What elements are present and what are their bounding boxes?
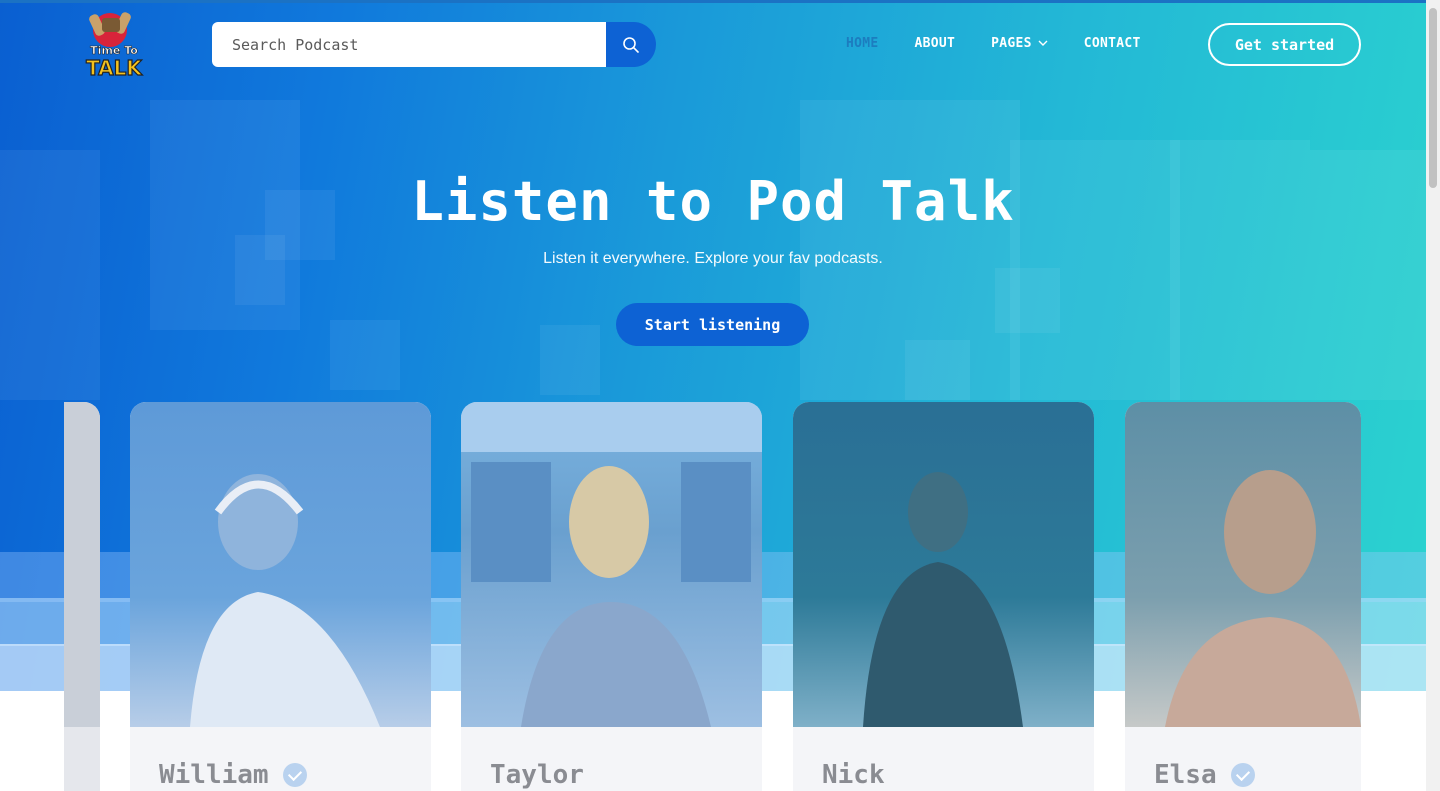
scrollbar-thumb[interactable] <box>1429 8 1437 188</box>
card-name-text: William <box>159 760 269 790</box>
chevron-down-icon <box>1038 40 1048 46</box>
logo-line2: TALK <box>86 56 143 80</box>
card-photo <box>64 402 100 727</box>
card-name: William <box>159 760 307 790</box>
logo-mark: Time To TALK <box>85 12 144 81</box>
podcaster-card-nick[interactable]: Nick <box>793 402 1094 791</box>
top-border <box>0 0 1426 3</box>
nav-about[interactable]: ABOUT <box>915 36 956 51</box>
page-scrollbar[interactable] <box>1426 0 1440 791</box>
verified-badge-icon <box>282 763 307 787</box>
podcaster-card-taylor[interactable]: Taylor <box>461 402 762 791</box>
nav-home-label: HOME <box>846 36 879 51</box>
person-illustration <box>461 402 762 727</box>
hero-title: Listen to Pod Talk <box>411 170 1015 233</box>
start-listening-button[interactable]: Start listening <box>616 303 809 346</box>
card-name-text: Elsa <box>1154 760 1217 790</box>
podcaster-card-elsa[interactable]: Elsa <box>1125 402 1361 791</box>
card-name-text: Taylor <box>490 760 584 790</box>
verified-badge-icon <box>1230 763 1255 787</box>
nav-home[interactable]: HOME <box>846 36 879 51</box>
partial-card[interactable] <box>64 402 100 791</box>
background-shape <box>540 325 600 395</box>
card-photo <box>461 402 762 727</box>
card-name: Taylor <box>490 760 584 790</box>
nav-contact-label: CONTACT <box>1083 36 1141 51</box>
search-input[interactable] <box>212 22 606 67</box>
nav-pages-label: PAGES <box>991 36 1032 51</box>
person-illustration <box>190 474 380 727</box>
hero-subtitle: Listen it everywhere. Explore your fav p… <box>543 250 883 267</box>
card-name-text: Nick <box>822 760 885 790</box>
logo[interactable]: Time To TALK <box>80 8 148 81</box>
card-photo <box>130 402 431 727</box>
card-photo <box>1125 402 1361 727</box>
get-started-button[interactable]: Get started <box>1208 23 1361 66</box>
search-bar <box>212 22 656 67</box>
card-name: Elsa <box>1154 760 1255 790</box>
background-shape <box>330 320 400 390</box>
main-nav: HOME ABOUT PAGES CONTACT <box>846 36 1177 51</box>
search-button[interactable] <box>606 22 656 67</box>
search-icon <box>623 36 639 53</box>
background-shape <box>235 235 285 305</box>
nav-about-label: ABOUT <box>914 36 956 51</box>
nav-contact[interactable]: CONTACT <box>1084 36 1141 51</box>
nav-pages[interactable]: PAGES <box>991 36 1048 51</box>
person-illustration <box>863 472 1023 727</box>
podcaster-card-william[interactable]: William <box>130 402 431 791</box>
card-photo <box>793 402 1094 727</box>
card-name: Nick <box>822 760 885 790</box>
person-illustration <box>1165 470 1361 727</box>
